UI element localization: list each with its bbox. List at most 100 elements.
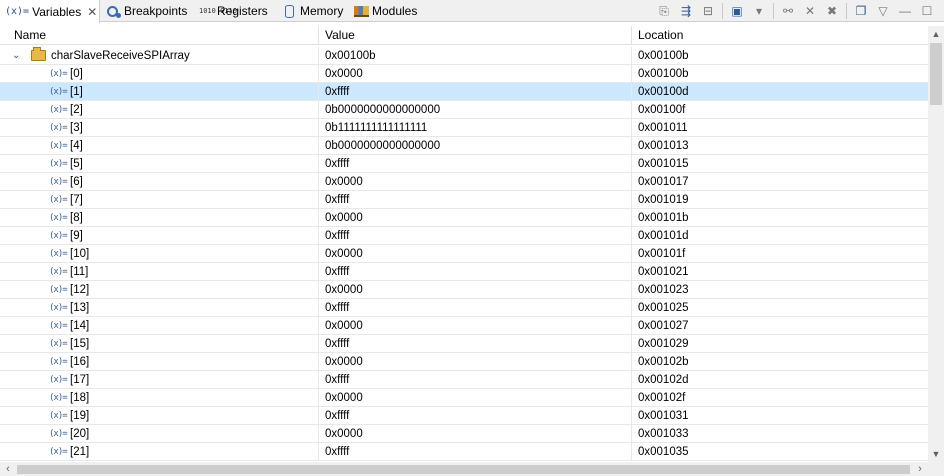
- variable-name: [1]: [70, 86, 83, 98]
- location-cell: 0x00101f: [638, 248, 686, 260]
- table-row[interactable]: (x)= [21] 0xffff 0x001035: [0, 443, 928, 461]
- table-row[interactable]: (x)= [20] 0x0000 0x001033: [0, 425, 928, 443]
- value-cell[interactable]: 0b0000000000000000: [319, 101, 632, 119]
- value-cell[interactable]: 0x0000: [319, 389, 632, 407]
- tab-memory[interactable]: Memory: [285, 0, 343, 22]
- variable-icon: (x)=: [49, 411, 68, 421]
- table-row[interactable]: (x)= [9] 0xffff 0x00101d: [0, 227, 928, 245]
- select-columns-icon[interactable]: ▣: [726, 1, 748, 21]
- table-row[interactable]: (x)= [4] 0b0000000000000000 0x001013: [0, 137, 928, 155]
- table-row[interactable]: (x)= [7] 0xffff 0x001019: [0, 191, 928, 209]
- variable-icon: (x)=: [49, 213, 68, 223]
- location-cell: 0x001023: [638, 284, 689, 296]
- table-row[interactable]: (x)= [1] 0xffff 0x00100d: [0, 83, 928, 101]
- value-cell[interactable]: 0x0000: [319, 281, 632, 299]
- table-row[interactable]: (x)= [12] 0x0000 0x001023: [0, 281, 928, 299]
- value-cell[interactable]: 0xffff: [319, 155, 632, 173]
- value-cell[interactable]: 0xffff: [319, 407, 632, 425]
- variable-icon: (x)=: [49, 321, 68, 331]
- collapse-all-icon[interactable]: ⎘: [653, 1, 675, 21]
- tab-modules[interactable]: Modules: [354, 0, 417, 22]
- scroll-left-icon[interactable]: ‹: [0, 462, 16, 476]
- value-cell[interactable]: 0x0000: [319, 317, 632, 335]
- table-row[interactable]: (x)= [8] 0x0000 0x00101b: [0, 209, 928, 227]
- collapse-icon[interactable]: ⊟: [697, 1, 719, 21]
- tab-variables[interactable]: (x)= Variables ✕: [0, 0, 100, 23]
- vertical-scroll-thumb[interactable]: [930, 43, 942, 105]
- value-cell[interactable]: 0b0000000000000000: [319, 137, 632, 155]
- tab-registers[interactable]: 1010 0110 Registers: [199, 0, 268, 22]
- chevron-down-icon[interactable]: ▾: [748, 1, 770, 21]
- variable-name: [8]: [70, 212, 83, 224]
- table-row[interactable]: (x)= [5] 0xffff 0x001015: [0, 155, 928, 173]
- table-row-root[interactable]: ⌄ charSlaveReceiveSPIArray 0x00100b 0x00…: [0, 47, 928, 65]
- horizontal-scrollbar[interactable]: ‹ ›: [0, 462, 944, 476]
- table-row[interactable]: (x)= [19] 0xffff 0x001031: [0, 407, 928, 425]
- table-row[interactable]: (x)= [17] 0xffff 0x00102d: [0, 371, 928, 389]
- variable-icon: (x)=: [49, 123, 68, 133]
- variable-icon: (x)=: [49, 141, 68, 151]
- table-row[interactable]: (x)= [0] 0x0000 0x00100b: [0, 65, 928, 83]
- view-tab-bar: (x)= Variables ✕ Breakpoints 1010 0110 R…: [0, 0, 944, 23]
- name-cell: (x)= [21]: [0, 443, 319, 461]
- maximize-icon[interactable]: ☐: [916, 1, 938, 21]
- value-cell[interactable]: 0xffff: [319, 299, 632, 317]
- remove-icon[interactable]: ✕: [799, 1, 821, 21]
- table-row[interactable]: (x)= [16] 0x0000 0x00102b: [0, 353, 928, 371]
- value-cell[interactable]: 0xffff: [319, 191, 632, 209]
- scroll-up-icon[interactable]: ▲: [928, 26, 944, 42]
- value-cell[interactable]: 0xffff: [319, 263, 632, 281]
- value-cell[interactable]: 0x0000: [319, 353, 632, 371]
- scroll-right-icon[interactable]: ›: [912, 462, 928, 476]
- table-row[interactable]: (x)= [13] 0xffff 0x001025: [0, 299, 928, 317]
- value-cell[interactable]: 0x0000: [319, 209, 632, 227]
- tab-breakpoints[interactable]: Breakpoints: [107, 0, 187, 22]
- expand-all-icon[interactable]: ⇶: [675, 1, 697, 21]
- name-cell: (x)= [10]: [0, 245, 319, 263]
- value-cell[interactable]: 0xffff: [319, 335, 632, 353]
- value-cell[interactable]: 0xffff: [319, 371, 632, 389]
- toolbar-separator: [722, 3, 723, 19]
- horizontal-scroll-thumb[interactable]: [17, 465, 910, 474]
- table-row[interactable]: (x)= [3] 0b1111111111111111 0x001011: [0, 119, 928, 137]
- table-row[interactable]: (x)= [18] 0x0000 0x00102f: [0, 389, 928, 407]
- table-row[interactable]: (x)= [15] 0xffff 0x001029: [0, 335, 928, 353]
- table-row[interactable]: (x)= [10] 0x0000 0x00101f: [0, 245, 928, 263]
- location-cell: 0x00100b: [638, 50, 689, 62]
- minimize-icon[interactable]: —: [894, 1, 916, 21]
- name-cell: (x)= [8]: [0, 209, 319, 227]
- location-cell: 0x00101d: [638, 230, 689, 242]
- value-cell[interactable]: 0xffff: [319, 227, 632, 245]
- scroll-down-icon[interactable]: ▼: [928, 446, 944, 462]
- remove-all-icon[interactable]: ✖: [821, 1, 843, 21]
- value-cell[interactable]: 0xffff: [319, 83, 632, 101]
- location-cell: 0x001027: [638, 320, 689, 332]
- table-row[interactable]: (x)= [11] 0xffff 0x001021: [0, 263, 928, 281]
- name-cell: (x)= [12]: [0, 281, 319, 299]
- table-row[interactable]: (x)= [14] 0x0000 0x001027: [0, 317, 928, 335]
- new-view-icon[interactable]: ❐: [850, 1, 872, 21]
- value-cell[interactable]: 0b1111111111111111: [319, 119, 632, 137]
- variable-name: [4]: [70, 140, 83, 152]
- remove-expressions-icon[interactable]: ⚯: [777, 1, 799, 21]
- location-cell: 0x001013: [638, 140, 689, 152]
- close-icon[interactable]: ✕: [87, 5, 97, 19]
- value-cell[interactable]: 0x00100b: [319, 47, 632, 65]
- value-cell[interactable]: 0x0000: [319, 245, 632, 263]
- chevron-down-icon[interactable]: ⌄: [12, 47, 20, 65]
- value-cell[interactable]: 0x0000: [319, 173, 632, 191]
- column-header-value[interactable]: Value: [319, 26, 632, 45]
- view-menu-icon[interactable]: ▽: [872, 1, 894, 21]
- table-row[interactable]: (x)= [2] 0b0000000000000000 0x00100f: [0, 101, 928, 119]
- column-header-name[interactable]: Name: [0, 26, 319, 45]
- memory-icon: [285, 4, 294, 18]
- value-cell[interactable]: 0x0000: [319, 65, 632, 83]
- variable-name: [3]: [70, 122, 83, 134]
- vertical-scrollbar[interactable]: ▲ ▼: [928, 26, 944, 462]
- table-row[interactable]: (x)= [6] 0x0000 0x001017: [0, 173, 928, 191]
- value-cell[interactable]: 0xffff: [319, 443, 632, 461]
- value-cell[interactable]: 0x0000: [319, 425, 632, 443]
- variables-table: ⌄ charSlaveReceiveSPIArray 0x00100b 0x00…: [0, 47, 928, 462]
- location-cell: 0x001029: [638, 338, 689, 350]
- column-header-location[interactable]: Location: [632, 26, 928, 45]
